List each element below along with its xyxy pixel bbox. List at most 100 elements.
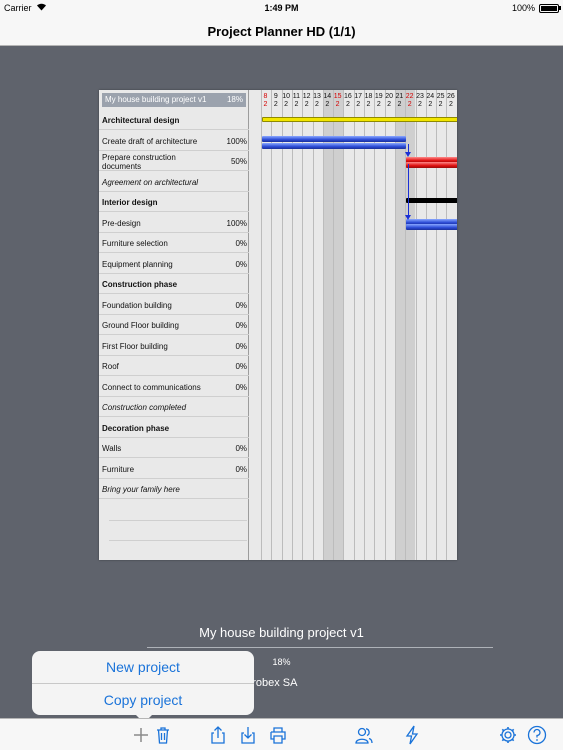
task-row[interactable]: Decoration phase <box>99 418 249 438</box>
task-name: Construction completed <box>102 403 187 412</box>
gantt-chart: 8 2 9 2 10 2 11 2 12 2 13 2 14 2 15 2 16 2 17 2 18 2 19 2 20 2 21 2… <box>249 90 457 560</box>
task-row[interactable]: Bring your family here <box>99 479 249 499</box>
task-row[interactable]: Construction completed <box>99 397 249 417</box>
project-title[interactable]: My house building project v1 <box>0 625 563 640</box>
task-percent: 50% <box>230 157 247 166</box>
task-row[interactable]: Foundation building 0% <box>99 295 249 315</box>
clock: 1:49 PM <box>264 3 299 13</box>
task-name: Furniture <box>102 464 135 474</box>
task-percent: 0% <box>235 300 247 310</box>
day-column <box>281 90 292 560</box>
task-name: Furniture selection <box>102 239 168 248</box>
battery-tip <box>559 6 561 10</box>
task-name: Walls <box>102 444 122 453</box>
project-thumbnail[interactable]: My house building project v1 18% Archite… <box>99 90 457 560</box>
help-icon[interactable] <box>526 724 548 746</box>
task-bar-create-draft-progress[interactable] <box>262 143 406 149</box>
task-name: Ground Floor building <box>102 321 179 330</box>
task-row[interactable]: Connect to communications 0% <box>99 377 249 397</box>
task-row[interactable]: Interior design <box>99 192 249 212</box>
task-name: Equipment planning <box>102 259 173 269</box>
battery-percentage: 100% <box>511 3 535 13</box>
task-row[interactable]: Architectural design <box>99 110 249 130</box>
task-row[interactable]: Ground Floor building 0% <box>99 315 249 335</box>
task-percent: 0% <box>235 444 247 453</box>
status-bar: Carrier 1:49 PM 100% <box>0 0 563 16</box>
day-column <box>364 90 374 560</box>
day-column <box>333 90 344 560</box>
task-bar-create-draft[interactable] <box>262 136 406 142</box>
project-header-percent: 18% <box>226 95 243 104</box>
task-row[interactable]: Construction phase <box>99 274 249 294</box>
task-bar-pre-design-2[interactable] <box>406 224 457 230</box>
task-name: Decoration phase <box>102 423 170 433</box>
bottom-toolbar <box>0 718 563 750</box>
day-column <box>312 90 323 560</box>
dependency-line-arrow <box>405 215 411 220</box>
task-name: Pre-design <box>102 218 141 228</box>
task-name: First Floor building <box>102 341 168 351</box>
day-column <box>374 90 384 560</box>
day-column <box>302 90 312 560</box>
task-row[interactable]: Pre-design 100% <box>99 213 249 233</box>
task-row[interactable]: Furniture 0% <box>99 459 249 479</box>
group-bar-interior-design[interactable] <box>406 198 457 203</box>
new-project-button[interactable]: New project <box>32 651 254 683</box>
task-bar-prepare-documents-2[interactable] <box>406 162 457 168</box>
task-name: Interior design <box>102 198 158 207</box>
task-row[interactable]: Create draft of architecture 100% <box>99 131 249 151</box>
task-percent: 0% <box>235 464 247 474</box>
share-icon[interactable] <box>207 724 229 746</box>
print-icon[interactable] <box>267 724 289 746</box>
task-row[interactable]: Roof 0% <box>99 356 249 376</box>
task-name: Roof <box>102 362 119 371</box>
dependency-line-arrow <box>405 152 411 157</box>
plus-icon[interactable] <box>130 724 152 746</box>
title-divider <box>147 647 493 648</box>
task-percent: 0% <box>235 259 247 269</box>
task-name: Create draft of architecture <box>102 136 198 146</box>
task-name: Agreement on architectural <box>102 177 199 187</box>
lightning-icon[interactable] <box>401 724 423 746</box>
task-name: Connect to communications <box>102 382 201 392</box>
day-column <box>384 90 395 560</box>
task-name: Architectural design <box>102 116 180 125</box>
copy-project-button[interactable]: Copy project <box>32 684 254 716</box>
page-title: Project Planner HD (1/1) <box>207 24 356 39</box>
day-column <box>353 90 364 560</box>
gear-icon[interactable] <box>497 724 519 746</box>
day-column <box>261 90 271 560</box>
task-name: Bring your family here <box>102 485 180 494</box>
empty-row-divider <box>109 539 247 541</box>
task-percent: 100% <box>226 136 247 146</box>
project-header-name: My house building project v1 <box>105 95 207 104</box>
task-row[interactable]: Prepare construction documents 50% <box>99 151 249 171</box>
navigation-bar: Project Planner HD (1/1) <box>0 16 563 46</box>
task-name: Construction phase <box>102 280 178 289</box>
task-percent: 0% <box>235 362 247 371</box>
day-column <box>271 90 281 560</box>
add-menu-popover: New project Copy project <box>32 651 254 723</box>
task-row[interactable]: First Floor building 0% <box>99 336 249 356</box>
download-icon[interactable] <box>237 724 259 746</box>
group-bar-architectural-design[interactable] <box>262 117 457 122</box>
people-icon[interactable] <box>353 724 375 746</box>
task-percent: 100% <box>226 218 247 228</box>
task-list: My house building project v1 18% Archite… <box>99 90 249 560</box>
task-row[interactable]: Agreement on architectural <box>99 172 249 192</box>
day-column <box>394 90 406 560</box>
task-row[interactable]: Equipment planning 0% <box>99 254 249 274</box>
day-column <box>343 90 353 560</box>
trash-icon[interactable] <box>152 724 174 746</box>
dependency-line <box>408 144 409 152</box>
day-column <box>291 90 302 560</box>
task-name: Foundation building <box>102 300 172 310</box>
battery-icon <box>539 4 559 13</box>
task-percent: 0% <box>235 341 247 351</box>
task-name: Prepare construction documents <box>102 153 176 171</box>
task-row[interactable]: Furniture selection 0% <box>99 233 249 253</box>
empty-row-divider <box>109 559 247 560</box>
task-percent: 0% <box>235 321 247 330</box>
task-percent: 0% <box>235 239 247 248</box>
task-row[interactable]: Walls 0% <box>99 438 249 458</box>
